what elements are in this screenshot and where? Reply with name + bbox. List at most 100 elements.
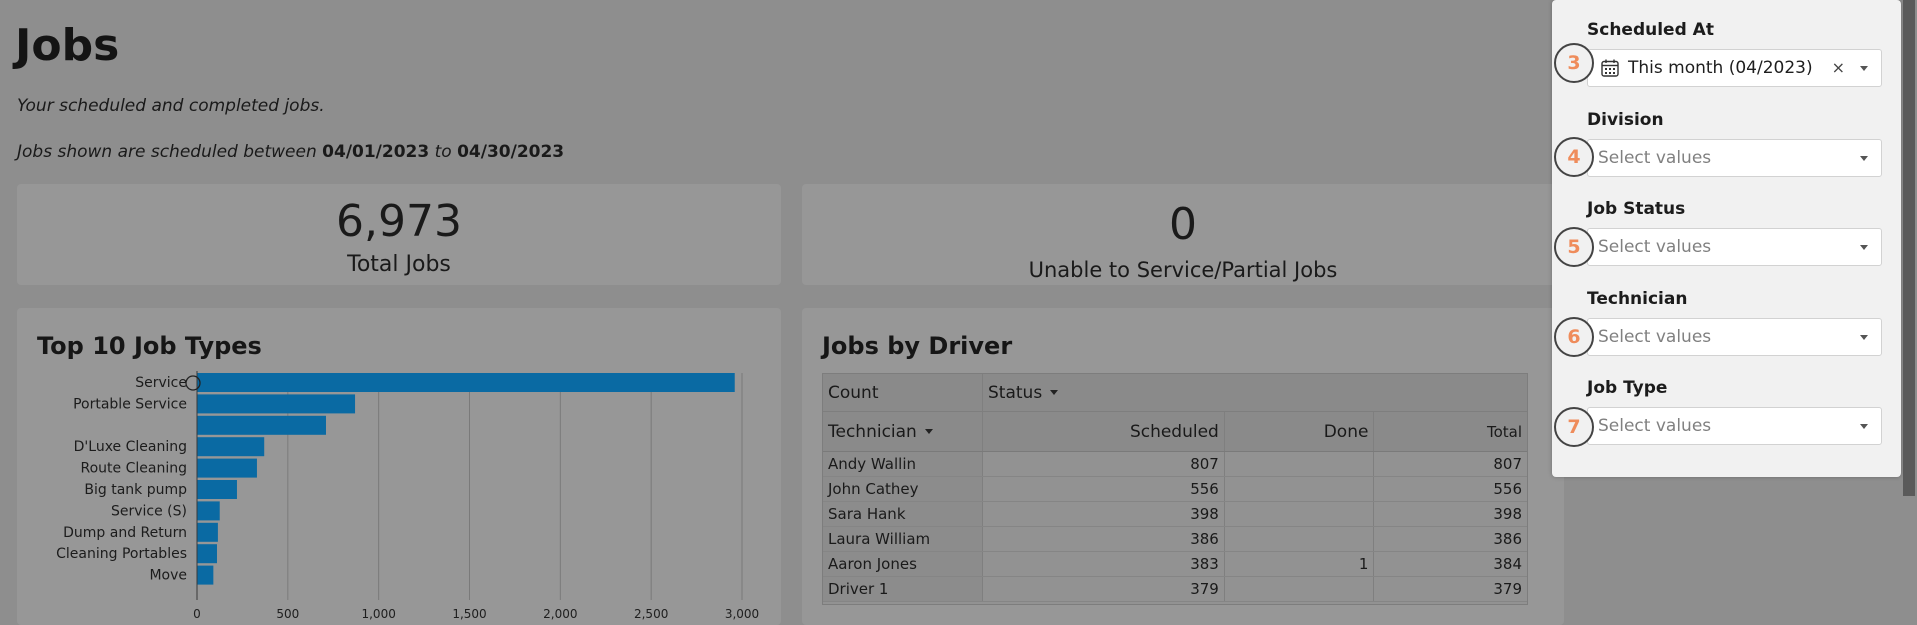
range-prefix: Jobs shown are scheduled between (17, 142, 317, 162)
total-header[interactable]: Total (1374, 412, 1527, 451)
job-types-bar-chart: 0 500 1,000 1,500 2,000 2,500 3,000 Service Port… (56, 371, 759, 621)
done-header[interactable]: Done (1225, 412, 1375, 451)
job-type-placeholder: Select values (1598, 416, 1712, 436)
chevron-down-icon[interactable] (1860, 66, 1868, 71)
table-row: Aaron Jones 383 1 384 (823, 552, 1527, 577)
technician-select[interactable]: Select values (1587, 318, 1882, 356)
status-label: Status (988, 382, 1043, 403)
division-placeholder: Select values (1598, 148, 1712, 168)
range-end: 04/30/2023 (457, 142, 565, 162)
bar[interactable] (197, 415, 326, 435)
scheduled-cell: 383 (983, 552, 1225, 576)
total-cell: 398 (1493, 505, 1522, 523)
bar[interactable] (197, 480, 237, 499)
bar[interactable] (197, 565, 214, 585)
chevron-down-icon[interactable] (1860, 245, 1868, 250)
chevron-down-icon[interactable] (1860, 335, 1868, 340)
total-cell: 384 (1493, 555, 1522, 573)
x-tick-label: 2,000 (543, 607, 577, 621)
category-label: Service (S) (111, 503, 187, 519)
kpi-card-total-jobs: 6,973 Total Jobs (17, 184, 781, 285)
annotation-badge-6: 6 (1554, 317, 1594, 357)
category-label: Route Cleaning (81, 461, 187, 477)
x-tick-label: 3,000 (725, 607, 759, 621)
bar[interactable] (197, 394, 356, 414)
table-row: Sara Hank 398 398 (823, 502, 1527, 527)
top-job-types-card: Top 10 Job Types 0 500 1,000 1,500 2,000 2,50… (17, 308, 781, 625)
x-tick-label: 500 (276, 607, 299, 621)
status-header[interactable]: Status (983, 374, 1059, 411)
panel-scrollbar[interactable] (1903, 0, 1915, 496)
table-row: Driver 1 379 379 (823, 577, 1527, 602)
table-row: Andy Wallin 807 807 (823, 452, 1527, 477)
filter-label-technician: Technician (1587, 289, 1688, 309)
job-type-select[interactable]: Select values (1587, 407, 1882, 445)
kpi-value: 6,973 (336, 196, 462, 247)
scheduled-cell: 556 (983, 477, 1225, 501)
x-tick-label: 1,000 (361, 607, 395, 621)
done-cell (1225, 502, 1375, 526)
chevron-down-icon[interactable] (1860, 424, 1868, 429)
total-cell: 379 (1493, 580, 1522, 598)
calendar-icon (1601, 59, 1619, 77)
kpi-value: 0 (1169, 199, 1197, 250)
kpi-label: Unable to Service/Partial Jobs (1028, 258, 1338, 282)
done-cell (1225, 477, 1375, 501)
chevron-down-icon (924, 429, 933, 434)
bar[interactable] (197, 501, 220, 521)
done-cell (1225, 527, 1375, 551)
filter-label-scheduled-at: Scheduled At (1587, 20, 1714, 40)
technician-cell: John Cathey (823, 477, 983, 501)
x-tick-label: 1,500 (452, 607, 486, 621)
filter-label-division: Division (1587, 110, 1664, 130)
jobs-by-driver-card: Jobs by Driver Count Status Technician S… (802, 308, 1564, 625)
x-tick-label: 2,500 (634, 607, 668, 621)
bar[interactable] (197, 458, 257, 478)
technician-cell: Andy Wallin (823, 452, 983, 476)
bar[interactable] (197, 522, 218, 542)
job-status-select[interactable]: Select values (1587, 228, 1882, 266)
jobs-by-driver-table: Count Status Technician Scheduled Done T… (822, 373, 1528, 605)
category-label: Dump and Return (63, 525, 187, 541)
scheduled-at-select[interactable]: This month (04/2023) × (1587, 49, 1882, 87)
page-subtitle: Your scheduled and completed jobs. (17, 96, 325, 116)
bar[interactable] (197, 373, 735, 392)
filter-label-job-type: Job Type (1587, 378, 1668, 398)
annotation-badge-3: 3 (1554, 43, 1594, 83)
technician-cell: Driver 1 (823, 577, 983, 601)
scheduled-cell: 398 (983, 502, 1225, 526)
bar[interactable] (197, 437, 265, 457)
technician-label: Technician (828, 421, 917, 442)
chevron-down-icon (1050, 390, 1059, 395)
technician-header[interactable]: Technician (823, 412, 983, 451)
bar[interactable] (197, 544, 217, 564)
done-cell (1225, 577, 1375, 601)
count-header: Count (823, 374, 983, 411)
table-column-header-row: Technician Scheduled Done Total (823, 412, 1527, 452)
x-tick-label: 0 (193, 607, 201, 621)
dashboard-page: Jobs Your scheduled and completed jobs. … (0, 0, 1917, 625)
range-mid: to (434, 142, 452, 162)
date-range-text: Jobs shown are scheduled between 04/01/2… (17, 142, 564, 162)
annotation-badge-4: 4 (1554, 137, 1594, 177)
technician-placeholder: Select values (1598, 327, 1712, 347)
technician-cell: Aaron Jones (823, 552, 983, 576)
category-label: Big tank pump (84, 482, 187, 498)
annotation-badge-7: 7 (1554, 407, 1594, 447)
chevron-down-icon[interactable] (1860, 156, 1868, 161)
page-title: Jobs (15, 20, 120, 71)
technician-cell: Laura William (823, 527, 983, 551)
table-header-row: Count Status (823, 374, 1527, 412)
scheduled-cell: 807 (983, 452, 1225, 476)
scheduled-header[interactable]: Scheduled (983, 412, 1225, 451)
clear-icon[interactable]: × (1832, 58, 1845, 77)
division-select[interactable]: Select values (1587, 139, 1882, 177)
done-cell: 1 (1225, 552, 1375, 576)
technician-cell: Sara Hank (823, 502, 983, 526)
category-label: Move (149, 568, 187, 584)
done-cell (1225, 452, 1375, 476)
category-label: Portable Service (73, 396, 187, 412)
category-label: Cleaning Portables (56, 546, 187, 562)
kpi-label: Total Jobs (347, 252, 451, 277)
scheduled-cell: 386 (983, 527, 1225, 551)
